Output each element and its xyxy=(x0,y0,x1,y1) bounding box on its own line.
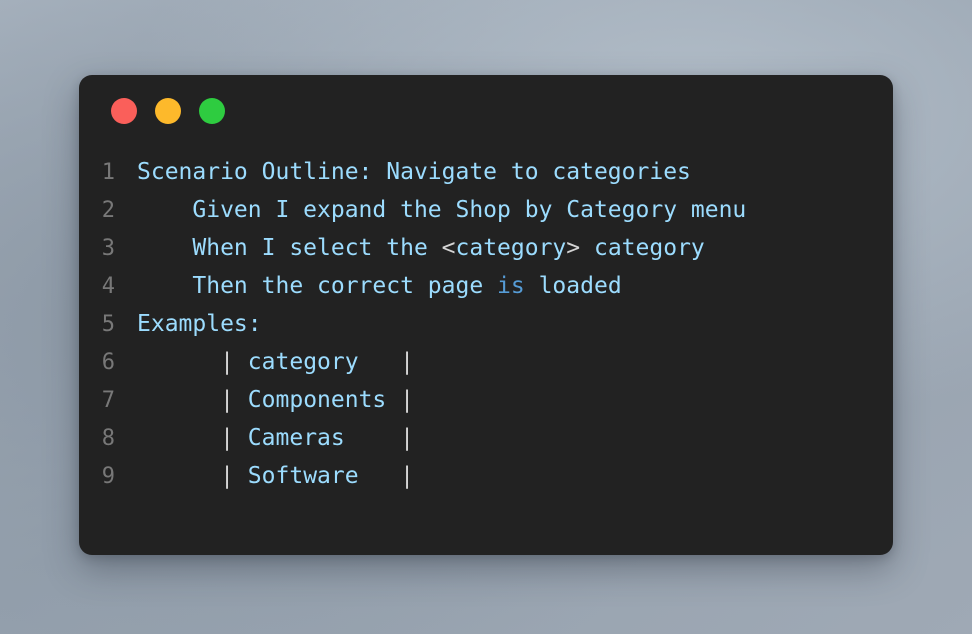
line-number: 6 xyxy=(101,350,115,375)
line-number: 9 xyxy=(101,464,115,489)
code-token: Cameras xyxy=(233,425,401,451)
line-number: 4 xyxy=(101,274,115,299)
line-content: Examples: xyxy=(137,305,262,343)
code-line[interactable]: 5 Examples: xyxy=(79,305,893,343)
code-token: | xyxy=(220,387,234,413)
code-token: When I select the xyxy=(137,235,442,261)
code-line[interactable]: 1 Scenario Outline: Navigate to categorie… xyxy=(79,153,893,191)
window-controls xyxy=(111,98,225,124)
maximize-button-icon[interactable] xyxy=(199,98,225,124)
code-line[interactable]: 2 Given I expand the Shop by Category me… xyxy=(79,191,893,229)
code-line[interactable]: 3 When I select the <category> category xyxy=(79,229,893,267)
code-line[interactable]: 9 | Software | xyxy=(79,457,893,495)
code-token: Scenario Outline: Navigate to categories xyxy=(137,159,691,185)
code-token: Examples: xyxy=(137,311,262,337)
line-content: | category | xyxy=(137,343,414,381)
line-number: 2 xyxy=(101,198,115,223)
line-number: 8 xyxy=(101,426,115,451)
code-token: category xyxy=(455,235,567,261)
code-token: is xyxy=(497,273,525,299)
line-content: Then the correct page is loaded xyxy=(137,267,622,305)
window-titlebar xyxy=(79,75,893,147)
code-token: category xyxy=(233,349,401,375)
code-token: | xyxy=(400,349,414,375)
code-token: | xyxy=(400,387,414,413)
line-content: | Components | xyxy=(137,381,414,419)
code-window: 1 Scenario Outline: Navigate to categorie… xyxy=(79,75,893,555)
code-token: > xyxy=(566,235,581,261)
line-number: 1 xyxy=(101,160,115,185)
code-token: | xyxy=(220,425,234,451)
line-number: 3 xyxy=(101,236,115,261)
code-token: | xyxy=(400,425,414,451)
line-number: 5 xyxy=(101,312,115,337)
code-token: | xyxy=(400,463,414,489)
line-content: Given I expand the Shop by Category menu xyxy=(137,191,746,229)
code-token: Then the correct page xyxy=(137,273,498,299)
line-content: When I select the <category> category xyxy=(137,229,705,267)
code-line[interactable]: 8 | Cameras | xyxy=(79,419,893,457)
close-button-icon[interactable] xyxy=(111,98,137,124)
line-content: Scenario Outline: Navigate to categories xyxy=(137,153,691,191)
code-token: Given I expand the Shop by Category menu xyxy=(137,197,747,223)
code-line[interactable]: 7 | Components | xyxy=(79,381,893,419)
code-token: | xyxy=(220,463,234,489)
line-content: | Software | xyxy=(137,457,414,495)
line-number: 7 xyxy=(101,388,115,413)
line-content: | Cameras | xyxy=(137,419,414,457)
code-token: loaded xyxy=(524,273,622,299)
code-line[interactable]: 6 | category | xyxy=(79,343,893,381)
code-editor[interactable]: 1 Scenario Outline: Navigate to categorie… xyxy=(79,147,893,495)
code-line[interactable]: 4 Then the correct page is loaded xyxy=(79,267,893,305)
code-token: | xyxy=(220,349,234,375)
code-token: Components xyxy=(233,387,401,413)
code-token: Software xyxy=(233,463,401,489)
code-token: category xyxy=(580,235,705,261)
code-token: < xyxy=(441,235,456,261)
minimize-button-icon[interactable] xyxy=(155,98,181,124)
